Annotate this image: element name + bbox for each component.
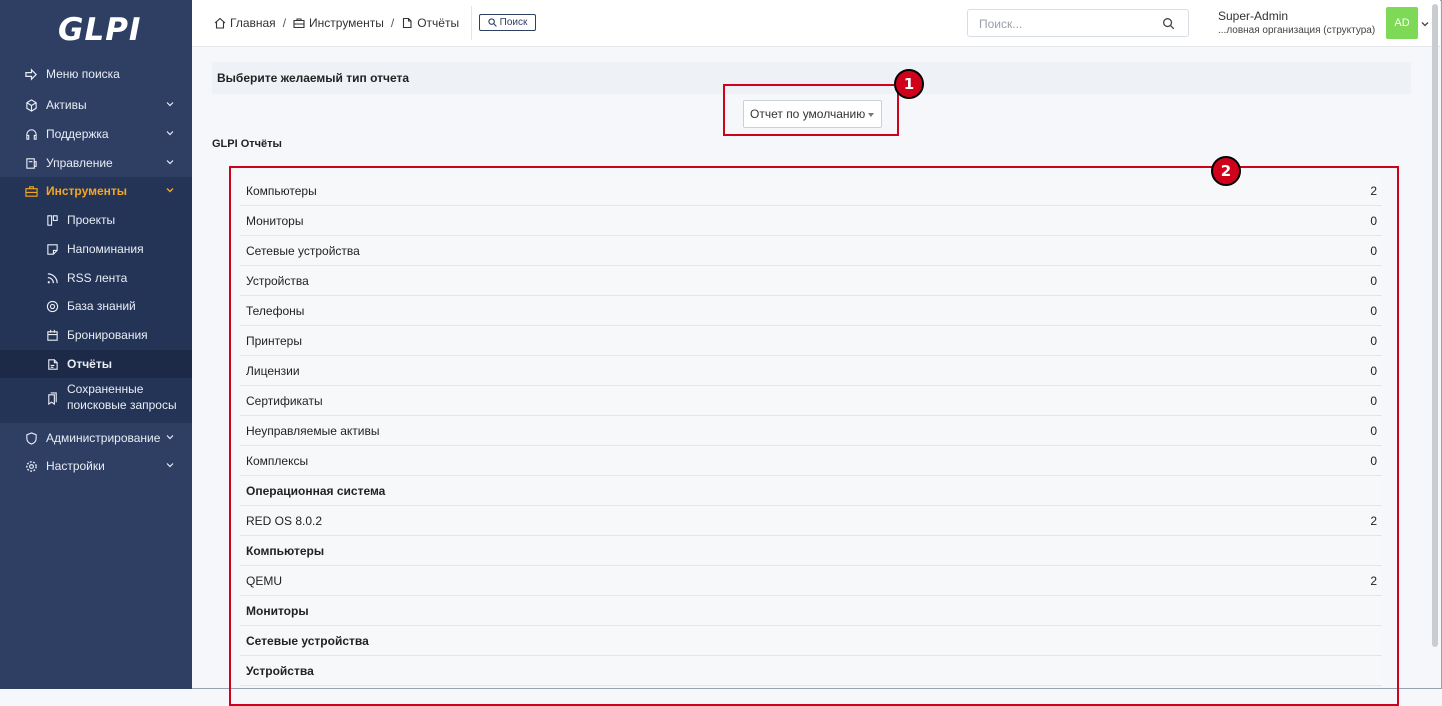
top-header: Главная / Инструменты / Отчёты Поиск Sup… xyxy=(192,0,1440,47)
global-search-box[interactable] xyxy=(967,9,1189,37)
sidebar-item-settings[interactable]: Настройки xyxy=(0,452,192,480)
section-title: GLPI Отчёты xyxy=(212,138,282,150)
global-search-input[interactable] xyxy=(977,16,1151,32)
sidebar-item-administration[interactable]: Администрирование xyxy=(0,424,192,452)
header-divider xyxy=(471,6,472,40)
report-icon xyxy=(401,17,413,29)
home-icon xyxy=(214,17,226,29)
annotation-badge-1: 1 xyxy=(894,69,924,99)
search-button[interactable]: Поиск xyxy=(479,14,536,31)
submenu-item-label: RSS лента xyxy=(67,271,128,285)
submenu-item-knowledge-base[interactable]: База знаний xyxy=(0,292,192,320)
chevron-down-icon xyxy=(166,102,174,107)
annotation-badge-2: 2 xyxy=(1211,156,1241,186)
label-line: Сохраненные xyxy=(67,382,144,396)
avatar[interactable]: AD xyxy=(1386,7,1418,39)
sidebar-item-label: Инструменты xyxy=(46,184,128,198)
sidebar-item-tools[interactable]: Инструменты xyxy=(0,177,192,205)
briefcase-icon xyxy=(293,17,305,29)
gear-icon xyxy=(24,459,38,473)
sidebar: GLPI Меню поиска Активы Поддержка Управл… xyxy=(0,0,192,689)
headset-icon xyxy=(24,127,38,141)
sidebar-item-search-menu[interactable]: Меню поиска xyxy=(0,60,192,88)
shield-icon xyxy=(24,431,38,445)
sidebar-item-label: Управление xyxy=(46,156,113,170)
annotation-box-2 xyxy=(229,166,1399,706)
report-icon xyxy=(45,357,59,371)
rss-icon xyxy=(45,271,59,285)
submenu-item-reports[interactable]: Отчёты xyxy=(0,350,192,378)
submenu-item-label: Проекты xyxy=(67,213,116,227)
kanban-icon xyxy=(45,213,59,227)
chevron-down-icon[interactable] xyxy=(1421,20,1429,28)
submenu-item-reservations[interactable]: Бронирования xyxy=(0,321,192,349)
submenu-item-rss[interactable]: RSS лента xyxy=(0,264,192,292)
user-entity[interactable]: ...ловная организация (структура) xyxy=(1218,25,1375,36)
submenu-item-reminders[interactable]: Напоминания xyxy=(0,235,192,263)
sidebar-item-label: Активы xyxy=(46,98,87,112)
briefcase-icon xyxy=(24,184,38,198)
user-name[interactable]: Super-Admin xyxy=(1218,9,1288,23)
breadcrumb-reports[interactable]: Отчёты xyxy=(417,16,459,30)
sidebar-item-support[interactable]: Поддержка xyxy=(0,120,192,148)
chevron-down-icon xyxy=(166,160,174,165)
submenu-item-saved-searches[interactable]: Сохраненные поисковые запросы xyxy=(0,381,192,421)
arrow-right-icon xyxy=(24,67,38,81)
report-type-title: Выберите желаемый тип отчета xyxy=(217,71,410,85)
breadcrumb-separator: / xyxy=(390,16,395,30)
search-button-label: Поиск xyxy=(499,17,528,28)
search-icon xyxy=(488,18,497,27)
sidebar-item-label: Администрирование xyxy=(46,431,161,445)
wallet-icon xyxy=(24,156,38,170)
cube-icon xyxy=(24,98,38,112)
lifebuoy-icon xyxy=(45,299,59,313)
note-icon xyxy=(45,242,59,256)
submenu-item-label: База знаний xyxy=(67,299,136,313)
bookmarks-icon xyxy=(45,391,59,405)
glpi-logo[interactable]: GLPI xyxy=(58,12,140,50)
breadcrumb-separator: / xyxy=(282,16,287,30)
sidebar-item-assets[interactable]: Активы xyxy=(0,91,192,119)
label-line: поисковые запросы xyxy=(67,398,177,412)
search-icon[interactable] xyxy=(1162,17,1175,30)
chevron-down-icon xyxy=(166,131,174,136)
breadcrumb: Главная / Инструменты / Отчёты xyxy=(214,16,459,30)
sidebar-item-management[interactable]: Управление xyxy=(0,149,192,177)
calendar-icon xyxy=(45,328,59,342)
tools-submenu: Проекты Напоминания RSS лента База знани… xyxy=(0,205,192,423)
chevron-down-icon xyxy=(166,188,174,193)
sidebar-item-label: Меню поиска xyxy=(46,67,120,81)
annotation-box-1 xyxy=(723,84,899,136)
chevron-down-icon xyxy=(166,463,174,468)
chevron-down-icon xyxy=(166,435,174,440)
submenu-item-label: Отчёты xyxy=(67,357,112,371)
submenu-item-label: Напоминания xyxy=(67,242,144,256)
sidebar-item-label: Поддержка xyxy=(46,127,109,141)
submenu-item-label: Бронирования xyxy=(67,328,148,342)
submenu-item-label: Сохраненные поисковые запросы xyxy=(67,381,177,413)
scrollbar[interactable] xyxy=(1432,4,1438,647)
breadcrumb-home[interactable]: Главная xyxy=(230,16,276,30)
sidebar-item-label: Настройки xyxy=(46,459,105,473)
submenu-item-projects[interactable]: Проекты xyxy=(0,206,192,234)
breadcrumb-tools[interactable]: Инструменты xyxy=(309,16,384,30)
